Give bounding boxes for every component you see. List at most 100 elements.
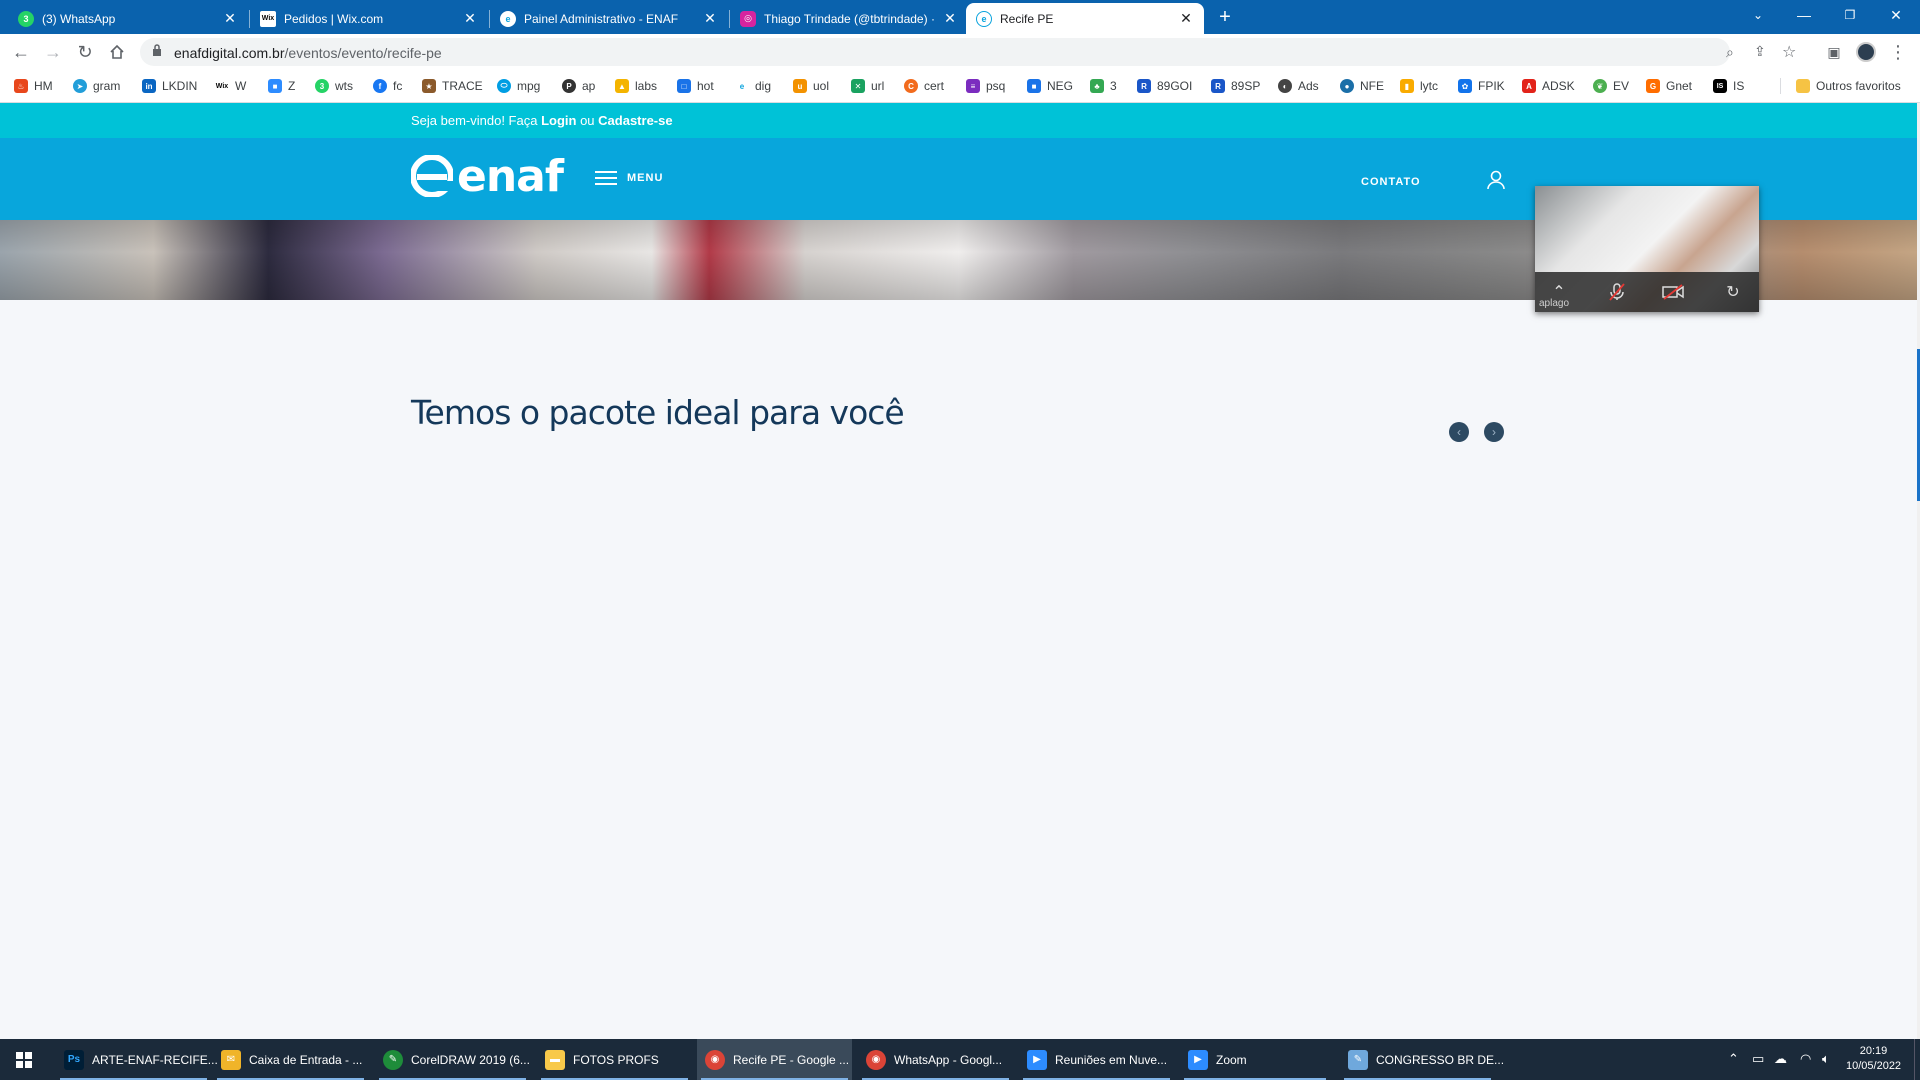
home-button[interactable] [105, 40, 129, 64]
bookmark-mpg[interactable]: ⬭ mpg [497, 77, 540, 95]
carousel-prev-button[interactable]: ‹ [1449, 422, 1469, 442]
url-text: enafdigital.com.br/eventos/evento/recife… [174, 45, 442, 61]
bookmark-hm[interactable]: ♨ HM [14, 77, 53, 95]
bookmark-label: uol [813, 79, 830, 93]
close-icon[interactable]: ✕ [222, 10, 238, 27]
close-icon[interactable]: ✕ [462, 10, 478, 27]
show-desktop-button[interactable] [1914, 1039, 1920, 1080]
bookmark-adsk[interactable]: A ADSK [1522, 77, 1575, 95]
bookmark-fc[interactable]: f fc [373, 77, 402, 95]
bookmark-w[interactable]: Wix W [215, 77, 246, 95]
welcome-text: Seja bem-vindo! Faça Login ou Cadastre-s… [411, 113, 673, 128]
carousel-next-button[interactable]: › [1484, 422, 1504, 442]
bookmark-dig[interactable]: e dig [735, 77, 771, 95]
bookmark-fpik[interactable]: ✿ FPIK [1458, 77, 1505, 95]
avatar[interactable] [1854, 40, 1878, 64]
bookmark-is[interactable]: IS IS [1713, 77, 1744, 95]
camera-off-icon[interactable] [1661, 280, 1685, 304]
bookmark-gnet[interactable]: G Gnet [1646, 77, 1692, 95]
bookmark-star-icon[interactable]: ☆ [1782, 42, 1796, 62]
ads-icon: ◐ [1278, 79, 1292, 93]
windows-logo-icon [16, 1051, 32, 1068]
bookmark-wts[interactable]: 3 wts [315, 77, 353, 95]
reload-button[interactable]: ↻ [73, 40, 97, 64]
bookmark-nfe[interactable]: ● NFE [1340, 77, 1384, 95]
url-path: /eventos/evento/recife-pe [284, 45, 442, 61]
close-icon[interactable]: ✕ [1178, 10, 1194, 27]
cloud-icon[interactable]: ☁ [1774, 1051, 1787, 1067]
tab-whatsapp[interactable]: 3 (3) WhatsApp ✕ [8, 3, 248, 34]
taskbar-item-coreldraw[interactable]: ✎ CorelDRAW 2019 (6... [375, 1039, 530, 1080]
bookmark-lkdin[interactable]: in LKDIN [142, 77, 197, 95]
close-icon[interactable]: ✕ [702, 10, 718, 27]
close-icon[interactable]: ✕ [942, 10, 958, 27]
mail-icon: ✉ [221, 1049, 241, 1070]
bookmark-gram[interactable]: ➤ gram [73, 77, 120, 95]
bookmark-z[interactable]: ■ Z [268, 77, 295, 95]
whatsapp-icon: 3 [18, 10, 34, 27]
taskbar-item-photoshop[interactable]: Ps ARTE-ENAF-RECIFE... [56, 1039, 218, 1080]
minimize-button[interactable]: — [1781, 0, 1827, 30]
bookmark-label: 3 [1110, 79, 1117, 93]
lock-icon[interactable] [152, 44, 162, 60]
bookmark-ev[interactable]: ❦ EV [1593, 77, 1629, 95]
taskbar-item-mail[interactable]: ✉ Caixa de Entrada - ... [213, 1039, 368, 1080]
bookmark-uol[interactable]: u uol [793, 77, 829, 95]
new-tab-button[interactable]: + [1210, 2, 1240, 32]
back-button[interactable]: ← [9, 40, 33, 64]
taskbar-item-chrome-recife[interactable]: ◉ Recife PE - Google ... [697, 1039, 852, 1080]
bookmark-cert[interactable]: Ccert [904, 77, 944, 95]
bookmark-89sp[interactable]: R 89SP [1211, 77, 1260, 95]
signup-link[interactable]: Cadastre-se [598, 113, 672, 128]
bookmark-ap[interactable]: Pap [562, 77, 595, 95]
bookmark-lytc[interactable]: ▮ lytc [1400, 77, 1438, 95]
login-link[interactable]: Login [541, 113, 576, 128]
zoom-icon[interactable]: ⌕ [1726, 44, 1734, 61]
menu-button[interactable]: MENU [595, 163, 663, 193]
bookmark-89goi[interactable]: R 89GOI [1137, 77, 1192, 95]
browser-toolbar: ← → ↻ enafdigital.com.br/eventos/evento/… [0, 34, 1920, 70]
tab-wix[interactable]: Wix Pedidos | Wix.com ✕ [250, 3, 488, 34]
bookmark-url[interactable]: ✕ url [851, 77, 884, 95]
taskbar-item-folder[interactable]: ▬ FOTOS PROFS [537, 1039, 692, 1080]
other-bookmarks[interactable]: Outros favoritos [1796, 77, 1901, 95]
start-button[interactable] [8, 1039, 48, 1080]
mic-muted-icon[interactable] [1605, 280, 1629, 304]
bookmark-psq[interactable]: ≡ psq [966, 77, 1005, 95]
bookmark-labs[interactable]: ▲ labs [615, 77, 657, 95]
system-clock[interactable]: 20:19 10/05/2022 [1846, 1044, 1901, 1074]
taskbar-item-zoom-meetings[interactable]: ▶ Reuniões em Nuve... [1019, 1039, 1174, 1080]
bookmark-label: LKDIN [162, 79, 198, 93]
close-window-button[interactable]: ✕ [1873, 0, 1919, 30]
restore-button[interactable]: ❐ [1827, 0, 1873, 30]
tab-recife-pe[interactable]: e Recife PE ✕ [966, 3, 1204, 34]
hm-icon: ♨ [14, 79, 28, 93]
bookmark-hot[interactable]: □ hot [677, 77, 714, 95]
bookmark-trace[interactable]: ★ TRACE [422, 77, 483, 95]
side-panel-icon[interactable]: ▣ [1822, 40, 1846, 64]
bookmark-3[interactable]: ♣ 3 [1090, 77, 1117, 95]
enaf-logo[interactable]: enaf [411, 151, 564, 202]
address-bar[interactable]: enafdigital.com.br/eventos/evento/recife… [140, 38, 1796, 66]
tab-painel-enaf[interactable]: e Painel Administrativo - ENAF ✕ [490, 3, 728, 34]
taskbar-item-notepad[interactable]: ✎ CONGRESSO BR DE... [1340, 1039, 1504, 1080]
share-icon[interactable]: ⇪ [1754, 43, 1766, 60]
volume-icon[interactable]: 🔈︎ [1822, 1051, 1830, 1067]
tab-search-button[interactable]: ⌄ [1735, 0, 1781, 30]
taskbar-item-zoom[interactable]: ▶ Zoom [1180, 1039, 1330, 1080]
battery-icon[interactable]: ▭ [1752, 1051, 1764, 1067]
network-icon[interactable]: ◠ [1800, 1051, 1811, 1067]
tab-instagram[interactable]: ◎ Thiago Trindade (@tbtrindade) · ✕ [730, 3, 968, 34]
forward-button[interactable]: → [41, 40, 65, 64]
bookmark-neg[interactable]: ■ NEG [1027, 77, 1073, 95]
chevron-up-icon[interactable]: ⌃ [1728, 1051, 1739, 1067]
refresh-icon[interactable]: ↻ [1721, 280, 1745, 304]
coreldraw-icon: ✎ [383, 1049, 403, 1070]
contact-link[interactable]: CONTATO [1361, 176, 1421, 188]
bookmark-ads[interactable]: ◐ Ads [1278, 77, 1319, 95]
user-account-icon[interactable] [1487, 170, 1505, 193]
kebab-menu-icon[interactable]: ⋮ [1886, 40, 1910, 64]
taskbar-item-chrome-whatsapp[interactable]: ◉ WhatsApp - Googl... [858, 1039, 1013, 1080]
video-call-overlay[interactable]: ⌃ ↻ aplago [1535, 186, 1759, 312]
hot-icon: □ [677, 79, 691, 93]
